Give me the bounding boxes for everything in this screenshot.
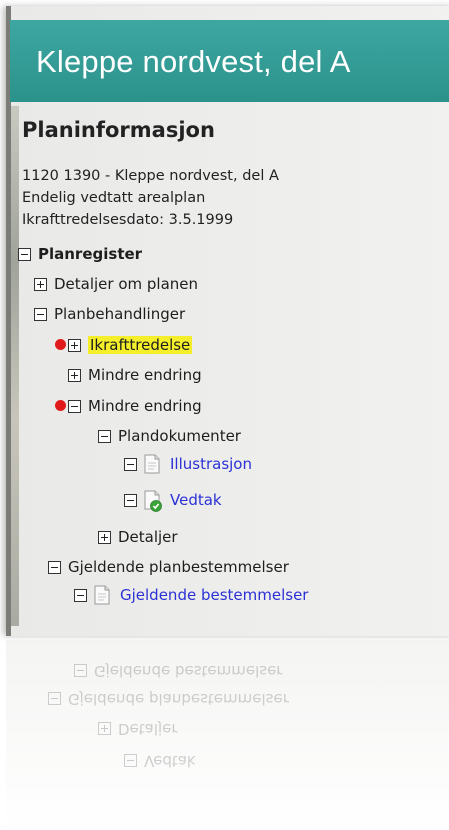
tree-node-planbehandlinger[interactable]: Planbehandlinger — [34, 303, 185, 325]
reflected-row: Gjeldende bestemmelser — [74, 662, 282, 680]
collapse-icon[interactable] — [124, 457, 137, 471]
tree-label: Mindre endring — [88, 397, 202, 415]
panel-title: Kleppe nordvest, del A — [36, 44, 351, 79]
tree-label: Planregister — [38, 245, 143, 263]
collapse-icon[interactable] — [98, 429, 111, 443]
collapse-icon — [74, 664, 87, 678]
reflected-label: Gjeldende planbestemmelser — [68, 690, 289, 708]
expand-icon — [98, 722, 111, 736]
expand-icon[interactable] — [68, 368, 81, 382]
reflected-row: Gjeldende planbestemmelser — [48, 690, 289, 708]
expand-icon[interactable] — [98, 530, 111, 544]
reflection-content: Gjeldende bestemmelser Gjeldende planbes… — [6, 640, 449, 830]
tree-node-plandokumenter[interactable]: Plandokumenter — [98, 425, 241, 447]
tree-node-vedtak[interactable]: Vedtak — [124, 487, 222, 513]
collapse-icon — [48, 692, 61, 706]
collapse-icon[interactable] — [34, 307, 47, 321]
tree-node-gjeldende-bestemmelser[interactable]: Gjeldende bestemmelser — [74, 582, 308, 608]
tree-label: Mindre endring — [88, 366, 202, 384]
tree-label: Plandokumenter — [118, 427, 241, 445]
red-marker-dot — [55, 400, 66, 411]
tree-node-detaljer[interactable]: Detaljer — [98, 526, 178, 548]
reflected-label: Gjeldende bestemmelser — [94, 662, 283, 680]
reflected-label: Detaljer — [118, 720, 178, 738]
expand-icon[interactable] — [34, 277, 47, 291]
tree-node-illustrasjon[interactable]: Illustrasjon — [124, 451, 252, 477]
expand-icon[interactable] — [68, 338, 81, 352]
tree-label-highlighted: Ikrafttredelse — [88, 336, 193, 354]
panel-header: Kleppe nordvest, del A — [10, 20, 449, 102]
collapse-icon[interactable] — [48, 560, 61, 574]
red-marker-dot — [55, 339, 66, 350]
collapse-icon[interactable] — [74, 588, 87, 602]
document-approved-icon — [144, 490, 162, 512]
tree-node-detaljer-om-planen[interactable]: Detaljer om planen — [34, 273, 198, 295]
plan-status-line: Endelig vedtatt arealplan — [22, 190, 206, 206]
collapse-icon — [124, 754, 137, 768]
tree-label: Planbehandlinger — [54, 305, 186, 323]
reflected-row: Vedtak — [124, 752, 196, 770]
document-icon — [144, 454, 160, 474]
tree-node-ikrafttredelse[interactable]: Ikrafttredelse — [68, 334, 193, 356]
reflected-row: Detaljer — [98, 720, 178, 738]
collapse-icon[interactable] — [124, 493, 137, 507]
plan-id-line: 1120 1390 - Kleppe nordvest, del A — [22, 168, 279, 184]
reflected-label: Vedtak — [144, 752, 196, 770]
panel-reflection: Gjeldende bestemmelser Gjeldende planbes… — [6, 640, 449, 830]
document-link[interactable]: Vedtak — [170, 491, 222, 509]
collapse-icon[interactable] — [68, 399, 81, 413]
document-link[interactable]: Gjeldende bestemmelser — [120, 586, 308, 604]
tree-label: Gjeldende planbestemmelser — [68, 558, 289, 576]
section-heading: Planinformasjon — [22, 118, 215, 142]
collapse-icon[interactable] — [18, 247, 31, 261]
tree-node-mindre-endring[interactable]: Mindre endring — [68, 364, 202, 386]
tree-label: Detaljer om planen — [54, 275, 199, 293]
map-edge — [11, 106, 19, 626]
document-link[interactable]: Illustrasjon — [170, 455, 252, 473]
tree-node-mindre-endring-expanded[interactable]: Mindre endring — [68, 395, 202, 417]
tree-node-gjeldende-planbestemmelser[interactable]: Gjeldende planbestemmelser — [48, 556, 289, 578]
document-icon — [94, 585, 110, 605]
effective-date-line: Ikrafttredelsesdato: 3.5.1999 — [22, 212, 234, 228]
tree-label: Detaljer — [118, 528, 178, 546]
tree-node-planregister[interactable]: Planregister — [18, 243, 142, 265]
